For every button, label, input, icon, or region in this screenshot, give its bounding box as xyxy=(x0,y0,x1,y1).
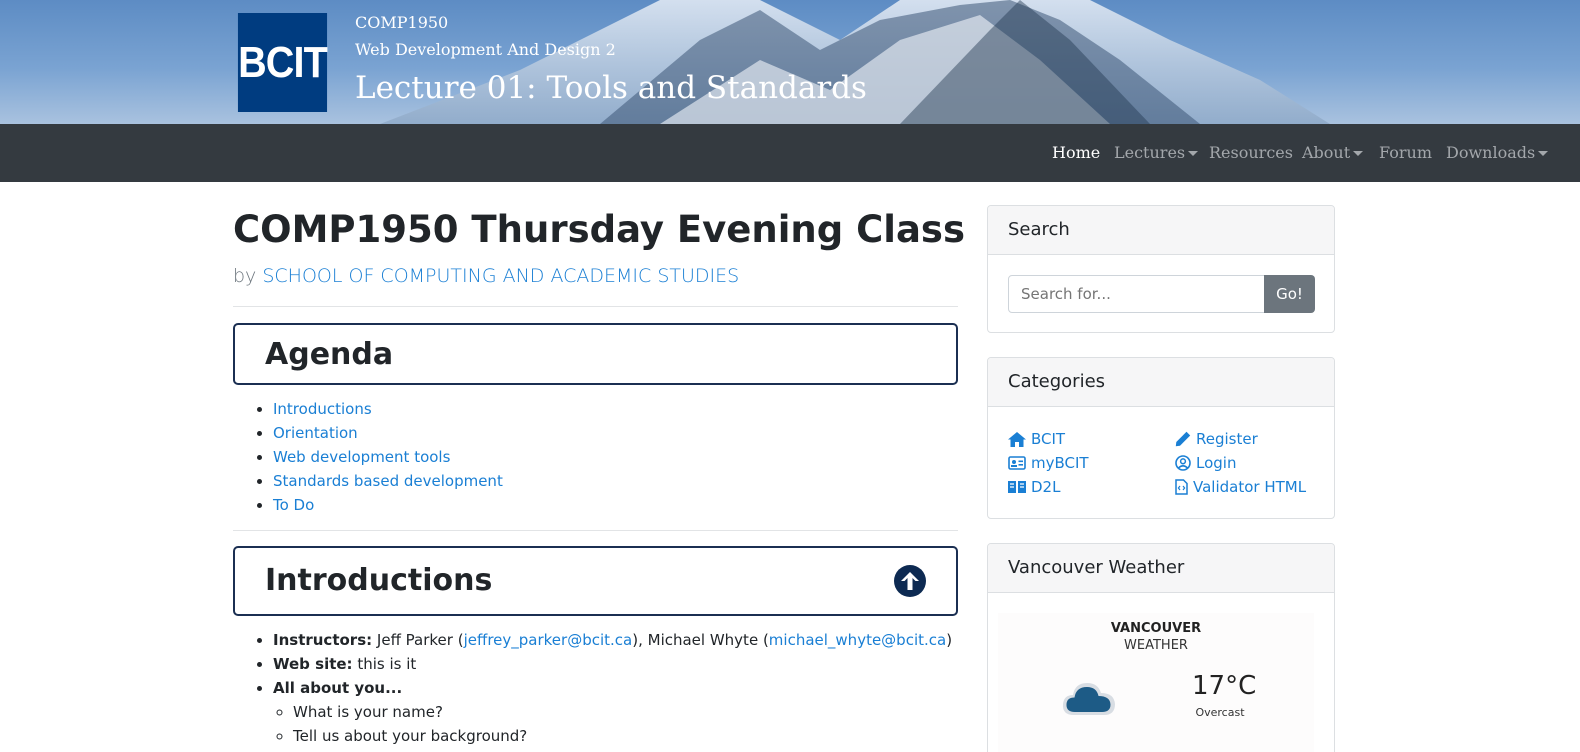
caret-down-icon xyxy=(1188,151,1199,156)
user-circle-icon xyxy=(1175,455,1191,471)
nav-downloads-label: Downloads xyxy=(1446,143,1536,162)
agenda-link-web-tools[interactable]: Web development tools xyxy=(273,448,450,466)
list-item: To Do xyxy=(273,493,503,517)
cloud-icon xyxy=(1062,683,1115,715)
book-open-icon xyxy=(1008,481,1026,493)
list-item: Standards based development xyxy=(273,469,503,493)
instructor-email-link[interactable]: jeffrey_parker@bcit.ca xyxy=(464,631,633,649)
categories-card-title: Categories xyxy=(988,358,1334,407)
list-item: Instructors: Jeff Parker (jeffrey_parker… xyxy=(273,628,952,652)
author-link[interactable]: SCHOOL OF COMPUTING AND ACADEMIC STUDIES xyxy=(262,265,739,287)
weather-card: Vancouver Weather VANCOUVER WEATHER 17°C… xyxy=(987,543,1335,752)
list-item: Tell us about your background? xyxy=(293,724,952,748)
introductions-section-header: Introductions xyxy=(233,546,958,616)
agenda-list: Introductions Orientation Web developmen… xyxy=(273,397,503,517)
nav-lectures-dropdown[interactable]: Lectures xyxy=(1114,143,1199,162)
search-go-button[interactable]: Go! xyxy=(1264,275,1315,313)
caret-down-icon xyxy=(1353,151,1364,156)
nav-resources[interactable]: Resources xyxy=(1209,143,1293,162)
main-navbar: Home Lectures Resources About Forum Down… xyxy=(0,124,1580,182)
weather-condition: Overcast xyxy=(1195,706,1245,719)
category-label: Validator HTML xyxy=(1193,478,1307,496)
list-item: Introductions xyxy=(273,397,503,421)
weather-temperature: 17°C xyxy=(1192,671,1257,701)
file-code-icon xyxy=(1175,479,1188,495)
agenda-heading: Agenda xyxy=(265,337,394,372)
category-link-login[interactable]: Login xyxy=(1175,454,1236,472)
agenda-link-standards[interactable]: Standards based development xyxy=(273,472,503,490)
agenda-link-introductions[interactable]: Introductions xyxy=(273,400,372,418)
pencil-icon xyxy=(1175,431,1191,447)
instructor-email-link[interactable]: michael_whyte@bcit.ca xyxy=(769,631,946,649)
arrow-up-circle-icon[interactable] xyxy=(894,565,926,597)
byline-prefix: by xyxy=(233,265,257,287)
instructor-name: Jeff Parker xyxy=(376,631,453,649)
lecture-title: Lecture 01: Tools and Standards xyxy=(355,70,867,106)
caret-down-icon xyxy=(1538,151,1549,156)
category-label: BCIT xyxy=(1031,430,1066,448)
introductions-heading: Introductions xyxy=(265,563,493,598)
course-name: Web Development And Design 2 xyxy=(355,40,616,59)
header-banner: BCIT COMP1950 Web Development And Design… xyxy=(0,0,1580,124)
list-item: Orientation xyxy=(273,421,503,445)
agenda-section-header: Agenda xyxy=(233,323,958,385)
nav-about-label: About xyxy=(1302,143,1351,162)
weather-widget[interactable]: VANCOUVER WEATHER 17°C Overcast xyxy=(998,613,1314,752)
agenda-link-orientation[interactable]: Orientation xyxy=(273,424,358,442)
bcit-logo[interactable]: BCIT xyxy=(237,13,328,112)
weather-city: VANCOUVER xyxy=(1110,621,1202,636)
about-you-sublist: What is your name? Tell us about your ba… xyxy=(293,700,952,748)
about-you-label: All about you... xyxy=(273,679,403,697)
id-card-icon xyxy=(1008,456,1026,470)
category-link-d2l[interactable]: D2L xyxy=(1008,478,1060,496)
nav-forum[interactable]: Forum xyxy=(1379,143,1432,162)
category-label: Register xyxy=(1196,430,1258,448)
category-link-bcit[interactable]: BCIT xyxy=(1008,430,1065,448)
list-item: Web development tools xyxy=(273,445,503,469)
home-icon xyxy=(1008,431,1026,447)
category-link-mybcit[interactable]: myBCIT xyxy=(1008,454,1089,472)
weather-subtitle: WEATHER xyxy=(1124,638,1188,653)
nav-lectures-label: Lectures xyxy=(1114,143,1186,162)
category-link-validator[interactable]: Validator HTML xyxy=(1175,478,1306,496)
search-card: Search Go! xyxy=(987,205,1335,333)
nav-home-label: Home xyxy=(1052,143,1101,162)
divider xyxy=(233,530,958,531)
category-label: D2L xyxy=(1031,478,1061,496)
website-label: Web site: xyxy=(273,655,353,673)
agenda-link-todo[interactable]: To Do xyxy=(273,496,314,514)
nav-home[interactable]: Home xyxy=(1052,143,1100,162)
category-label: Login xyxy=(1196,454,1237,472)
instructors-label: Instructors: xyxy=(273,631,373,649)
category-label: myBCIT xyxy=(1031,454,1089,472)
list-item: Web site: this is it xyxy=(273,652,952,676)
divider xyxy=(233,306,958,307)
nav-about-dropdown[interactable]: About xyxy=(1302,143,1364,162)
byline: by SCHOOL OF COMPUTING AND ACADEMIC STUD… xyxy=(233,265,739,287)
weather-card-title: Vancouver Weather xyxy=(988,544,1334,593)
introductions-list: Instructors: Jeff Parker (jeffrey_parker… xyxy=(273,628,952,748)
website-value: this is it xyxy=(357,655,417,673)
course-code: COMP1950 xyxy=(355,13,449,32)
category-link-register[interactable]: Register xyxy=(1175,430,1258,448)
categories-card: Categories BCIT myBCIT D2L Register Logi… xyxy=(987,357,1335,519)
nav-downloads-dropdown[interactable]: Downloads xyxy=(1446,143,1549,162)
search-card-title: Search xyxy=(988,206,1334,255)
instructor-name: Michael Whyte xyxy=(647,631,759,649)
search-input[interactable] xyxy=(1008,275,1266,313)
nav-forum-label: Forum xyxy=(1379,143,1432,162)
page-title: COMP1950 Thursday Evening Class xyxy=(233,208,965,251)
list-item: All about you... What is your name? Tell… xyxy=(273,676,952,748)
nav-resources-label: Resources xyxy=(1209,143,1293,162)
list-item: What is your name? xyxy=(293,700,952,724)
